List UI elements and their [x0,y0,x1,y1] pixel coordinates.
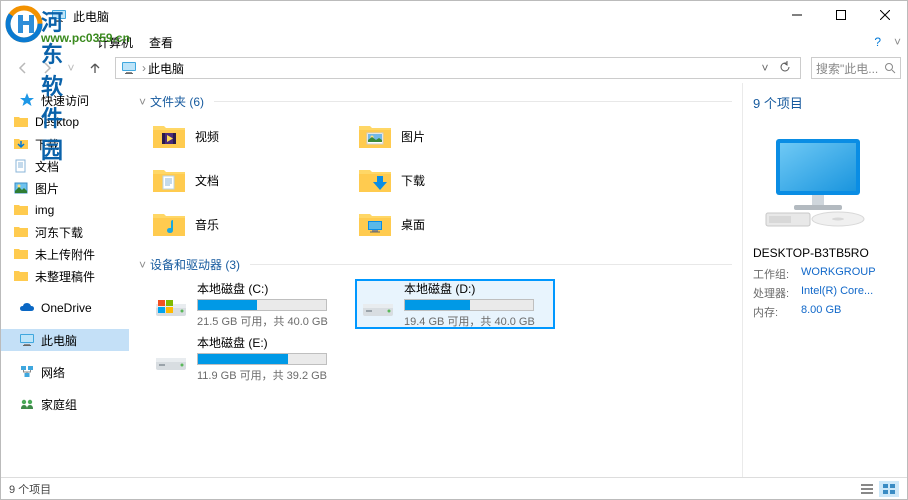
sidebar-quick-access[interactable]: 快速访问 [1,89,129,111]
sidebar-item-pictures[interactable]: 图片 [1,177,129,199]
drive-item[interactable]: 本地磁盘 (C:) 21.5 GB 可用，共 40.0 GB [149,279,349,329]
up-button[interactable] [85,58,105,78]
star-icon [19,92,35,108]
drive-bar [197,353,327,365]
search-placeholder: 搜索"此电... [816,60,884,77]
drive-name: 本地磁盘 (C:) [197,280,345,297]
menubar: 文件 计算机 查看 ˅ ? [1,31,907,53]
recent-dropdown[interactable]: ˅ [61,58,81,78]
sidebar-this-pc[interactable]: 此电脑 [1,329,129,351]
folder-icon [13,246,29,262]
forward-button[interactable] [37,58,57,78]
drive-item[interactable]: 本地磁盘 (D:) 19.4 GB 可用，共 40.0 GB [355,279,555,329]
details-row: 工作组:WORKGROUP [753,266,897,282]
content-pane: ˅文件夹 (6) 视频 图片 文档 下载 音乐 桌面 ˅设备和驱动器 (3) 本… [129,83,742,477]
view-details-button[interactable] [857,481,877,497]
menu-computer[interactable]: 计算机 [97,34,133,51]
sidebar-item-documents[interactable]: 文档 [1,155,129,177]
minimize-button[interactable] [775,1,819,29]
homegroup-icon [19,396,35,412]
sidebar-item-unuploaded[interactable]: 未上传附件 [1,243,129,265]
back-button[interactable] [13,58,33,78]
pc-icon [120,60,138,76]
folder-icon [13,268,29,284]
app-icon [51,8,67,24]
folder-documents[interactable]: 文档 [149,160,349,200]
address-bar-row: ˅ › 此电脑 ˅ 搜索"此电... [1,53,907,83]
search-input[interactable]: 搜索"此电... [811,57,901,79]
sidebar-item-drafts[interactable]: 未整理稿件 [1,265,129,287]
folder-videos[interactable]: 视频 [149,116,349,156]
downloads-icon [13,136,29,152]
folder-icon [13,114,29,130]
sidebar-network[interactable]: 网络 [1,361,129,383]
sidebar-item-downloads[interactable]: 下载 [1,133,129,155]
view-icons-button[interactable] [879,481,899,497]
sidebar-item-img[interactable]: img [1,199,129,221]
sidebar-item-desktop[interactable]: Desktop [1,111,129,133]
address-bar[interactable]: › 此电脑 ˅ [115,57,801,79]
drive-bar [404,299,534,311]
drive-item[interactable]: 本地磁盘 (E:) 11.9 GB 可用，共 39.2 GB [149,333,349,383]
maximize-button[interactable] [819,1,863,29]
details-name: DESKTOP-B3TB5RO [753,246,897,260]
search-icon [884,62,896,74]
folder-icon [13,224,29,240]
breadcrumb-sep: › [142,61,146,75]
chevron-down-icon: ˅ [139,95,146,109]
section-drives[interactable]: ˅设备和驱动器 (3) [139,256,732,273]
drive-sub: 21.5 GB 可用，共 40.0 GB [197,313,345,329]
folder-downloads[interactable]: 下载 [355,160,555,200]
menu-view[interactable]: 查看 [149,34,173,51]
address-dropdown[interactable]: ˅ [756,61,774,75]
cloud-icon [19,300,35,316]
folder-icon [13,202,29,218]
pc-icon [19,332,35,348]
documents-icon [13,158,29,174]
section-folders[interactable]: ˅文件夹 (6) [139,93,732,110]
help-button[interactable]: ? [874,35,881,49]
details-row: 处理器:Intel(R) Core... [753,285,897,301]
details-image [753,126,883,236]
drive-bar [197,299,327,311]
close-button[interactable] [863,1,907,29]
sidebar-homegroup[interactable]: 家庭组 [1,393,129,415]
titlebar: 此电脑 [1,1,907,31]
status-bar: 9 个项目 [1,477,907,499]
sidebar-item-hedong[interactable]: 河东下载 [1,221,129,243]
chevron-down-icon: ˅ [139,258,146,272]
drive-name: 本地磁盘 (E:) [197,334,345,351]
details-row: 内存:8.00 GB [753,304,897,320]
details-pane: 9 个项目 DESKTOP-B3TB5RO 工作组:WORKGROUP 处理器:I… [742,83,907,477]
details-count: 9 个项目 [753,93,897,112]
folder-desktop[interactable]: 桌面 [355,204,555,244]
drive-sub: 19.4 GB 可用，共 40.0 GB [404,313,550,329]
folder-pictures[interactable]: 图片 [355,116,555,156]
refresh-button[interactable] [774,61,796,76]
ribbon-expand-icon[interactable]: ˅ [894,35,901,49]
sidebar-onedrive[interactable]: OneDrive [1,297,129,319]
drive-name: 本地磁盘 (D:) [404,280,550,297]
pictures-icon [13,180,29,196]
network-icon [19,364,35,380]
breadcrumb[interactable]: 此电脑 [148,60,184,77]
navigation-pane: 快速访问 Desktop 下载 文档 图片 img 河东下载 未上传附件 未整理… [1,83,129,477]
status-text: 9 个项目 [9,481,51,497]
folder-music[interactable]: 音乐 [149,204,349,244]
drive-sub: 11.9 GB 可用，共 39.2 GB [197,367,345,383]
window-title: 此电脑 [73,8,109,25]
